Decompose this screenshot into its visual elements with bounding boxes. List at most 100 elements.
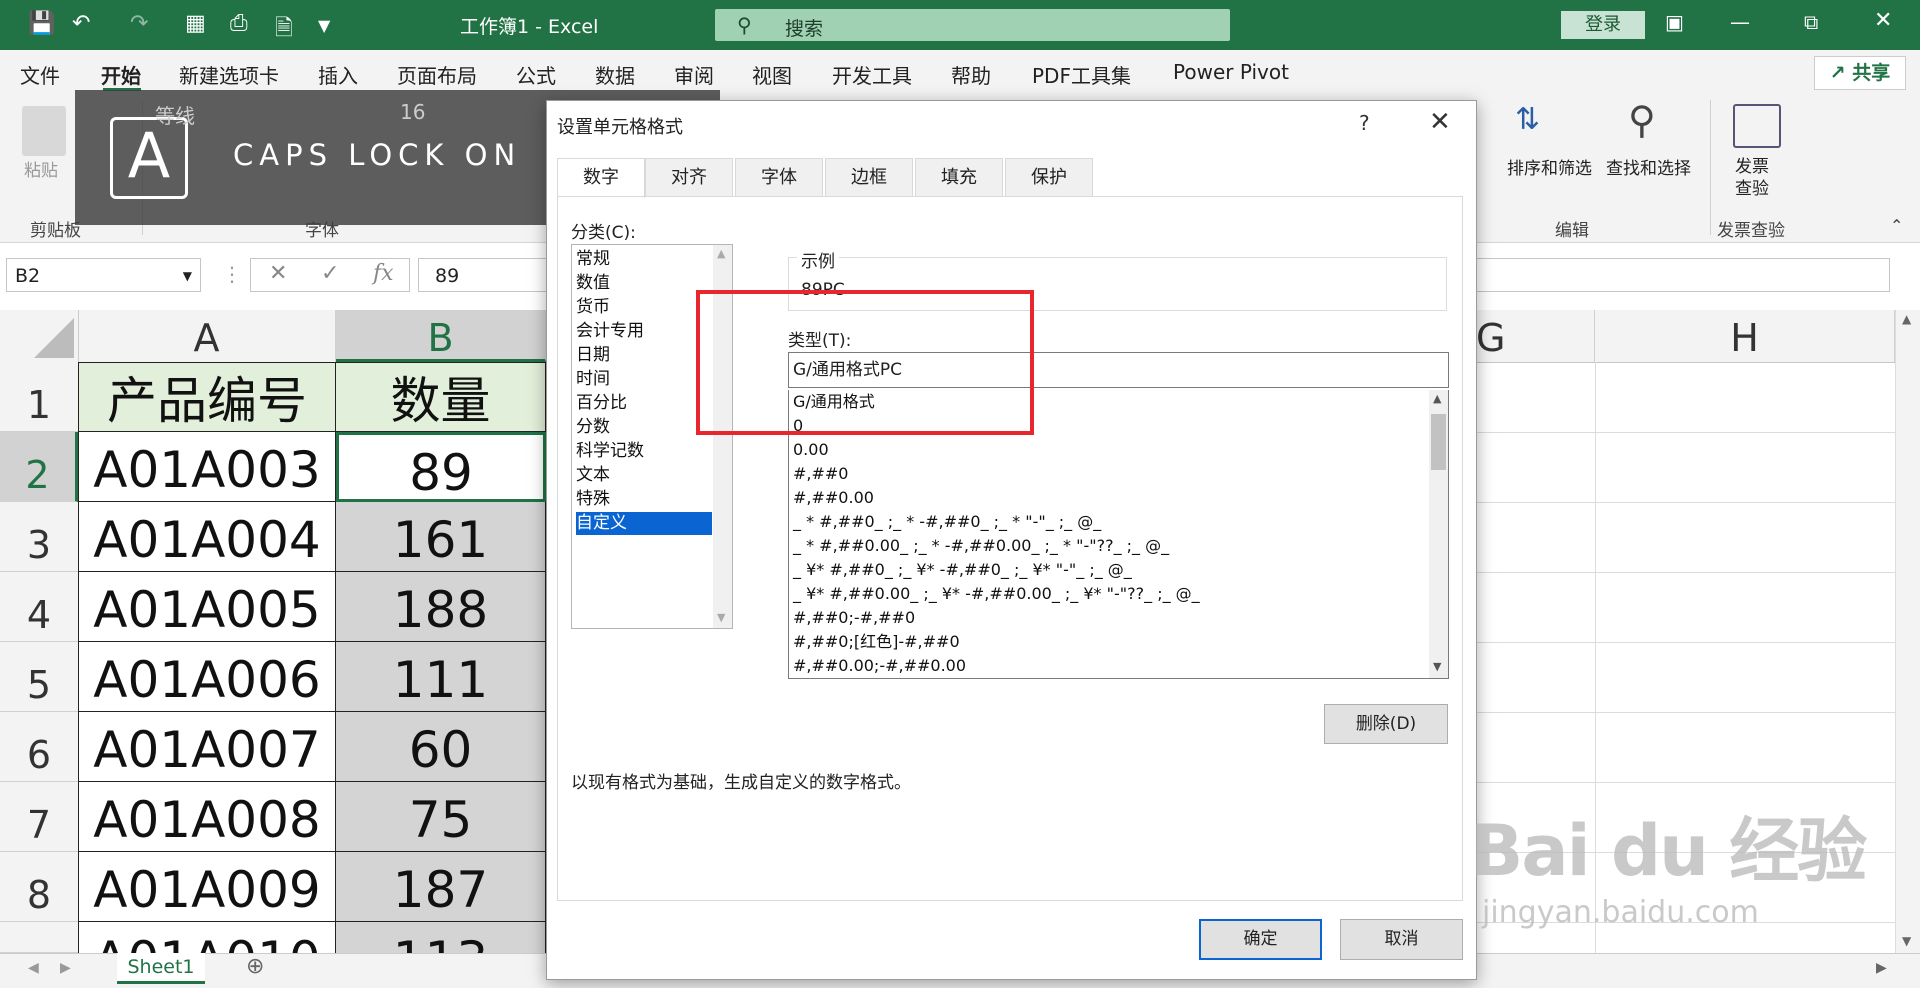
row-header-7[interactable]: 7 (0, 782, 78, 852)
category-text[interactable]: 文本 (576, 464, 712, 487)
cell-b4[interactable]: 188 (336, 572, 546, 642)
undo-icon[interactable]: ↶ (72, 11, 90, 36)
format-list-scrollbar[interactable]: ▲ ▼ (1429, 390, 1448, 678)
login-button[interactable]: 登录 (1561, 11, 1645, 39)
cell-a5[interactable]: A01A006 (78, 642, 336, 712)
cell-a4[interactable]: A01A005 (78, 572, 336, 642)
cell-b2[interactable]: 89 (336, 432, 546, 502)
format-item[interactable]: _ ¥* #,##0.00_ ;_ ¥* -#,##0.00_ ;_ ¥* "-… (793, 582, 1200, 606)
cell-b7[interactable]: 75 (336, 782, 546, 852)
print-preview-icon[interactable]: ⎙ (230, 11, 248, 36)
format-item[interactable]: #,##0;[红色]-#,##0 (793, 630, 960, 654)
category-general[interactable]: 常规 (576, 248, 712, 271)
scroll-down-icon[interactable]: ▼ (1902, 934, 1911, 948)
category-custom[interactable]: 自定义 (576, 512, 712, 535)
tab-protection[interactable]: 保护 (1005, 158, 1093, 196)
category-number[interactable]: 数值 (576, 272, 712, 295)
cell-a2[interactable]: A01A003 (78, 432, 336, 502)
format-item[interactable]: _ * #,##0.00_ ;_ * -#,##0.00_ ;_ * "-"??… (793, 534, 1169, 558)
cell-b8[interactable]: 187 (336, 852, 546, 922)
tab-new[interactable]: 新建选项卡 (179, 60, 279, 89)
category-time[interactable]: 时间 (576, 368, 712, 391)
cell-b5[interactable]: 111 (336, 642, 546, 712)
delete-button[interactable]: 删除(D) (1324, 704, 1448, 744)
column-header-h[interactable]: H (1595, 310, 1895, 362)
format-item[interactable]: 0.00 (793, 438, 829, 462)
name-box[interactable]: B2 ▼ (6, 258, 201, 292)
cell-b1[interactable]: 数量 (336, 362, 546, 432)
tab-fill[interactable]: 填充 (915, 158, 1003, 196)
form-icon[interactable]: ▦ (185, 11, 206, 36)
cell-a7[interactable]: A01A008 (78, 782, 336, 852)
row-header-2[interactable]: 2 (0, 432, 78, 502)
format-item[interactable]: #,##0 (793, 462, 848, 486)
font-name-box[interactable]: 等线 (155, 100, 195, 129)
chevron-down-icon[interactable]: ▼ (1433, 660, 1441, 673)
category-special[interactable]: 特殊 (576, 488, 712, 511)
scroll-up-icon[interactable]: ▲ (1902, 312, 1911, 326)
row-header-9[interactable] (0, 922, 78, 953)
column-header-b[interactable]: B (336, 310, 546, 362)
sort-filter-icon[interactable]: ⇅ (1515, 102, 1545, 142)
tab-insert[interactable]: 插入 (318, 60, 358, 89)
dialog-close-icon[interactable]: ✕ (1429, 107, 1451, 137)
category-currency[interactable]: 货币 (576, 296, 712, 319)
tab-review[interactable]: 审阅 (674, 60, 714, 89)
row-header-6[interactable]: 6 (0, 712, 78, 782)
search-box[interactable]: ⚲ 搜索 (715, 9, 1230, 41)
tab-pdf-tools[interactable]: PDF工具集 (1032, 60, 1131, 89)
prev-sheet-icon[interactable]: ◀ (28, 960, 39, 976)
cell-b3[interactable]: 161 (336, 502, 546, 572)
sheet-tab-sheet1[interactable]: Sheet1 (117, 953, 205, 984)
sort-filter-label[interactable]: 排序和筛选 (1507, 154, 1592, 179)
font-size-box[interactable]: 16 (400, 100, 425, 124)
share-button[interactable]: ↗ 共享 (1814, 56, 1906, 90)
invoice-icon[interactable] (1733, 104, 1781, 148)
ribbon-display-icon[interactable]: ▣ (1665, 10, 1684, 34)
tab-border[interactable]: 边框 (825, 158, 913, 196)
cell-b6[interactable]: 60 (336, 712, 546, 782)
category-date[interactable]: 日期 (576, 344, 712, 367)
tab-page-layout[interactable]: 页面布局 (397, 60, 477, 89)
ok-button[interactable]: 确定 (1199, 919, 1322, 960)
collapse-ribbon-icon[interactable]: ⌃ (1890, 216, 1903, 235)
confirm-edit-icon[interactable]: ✓ (321, 261, 339, 286)
category-accounting[interactable]: 会计专用 (576, 320, 712, 343)
row-header-1[interactable]: 1 (0, 362, 78, 432)
document-icon[interactable]: 🗎 (275, 11, 293, 49)
close-icon[interactable]: ✕ (1874, 8, 1892, 33)
next-sheet-icon[interactable]: ▶ (60, 960, 71, 976)
row-header-4[interactable]: 4 (0, 572, 78, 642)
format-item[interactable]: _ ¥* #,##0_ ;_ ¥* -#,##0_ ;_ ¥* "-"_ ;_ … (793, 558, 1132, 582)
column-header-a[interactable]: A (78, 310, 336, 362)
cell-a3[interactable]: A01A004 (78, 502, 336, 572)
paste-label[interactable]: 粘贴 (24, 156, 58, 181)
format-item[interactable]: #,##0.00;-#,##0.00 (793, 654, 966, 678)
chevron-up-icon[interactable]: ▲ (1433, 392, 1441, 405)
category-fraction[interactable]: 分数 (576, 416, 712, 439)
tab-formulas[interactable]: 公式 (516, 60, 556, 89)
row-header-5[interactable]: 5 (0, 642, 78, 712)
cancel-button[interactable]: 取消 (1340, 919, 1463, 960)
tab-number[interactable]: 数字 (557, 158, 645, 198)
cell-a6[interactable]: A01A007 (78, 712, 336, 782)
cell-a8[interactable]: A01A009 (78, 852, 336, 922)
chevron-up-icon[interactable]: ▲ (717, 247, 725, 260)
format-item[interactable]: #,##0.00 (793, 486, 874, 510)
tab-alignment[interactable]: 对齐 (645, 158, 733, 196)
cell-a9[interactable]: A01A010 (78, 922, 336, 953)
insert-function-icon[interactable]: fx (373, 261, 394, 286)
restore-icon[interactable]: ⧉ (1804, 10, 1818, 34)
cell-a1[interactable]: 产品编号 (78, 362, 336, 432)
vertical-scrollbar[interactable]: ▲ ▼ (1895, 310, 1920, 953)
format-item[interactable]: #,##0;-#,##0 (793, 606, 915, 630)
tab-help[interactable]: 帮助 (951, 60, 991, 89)
category-percentage[interactable]: 百分比 (576, 392, 712, 415)
redo-icon[interactable]: ↷ (130, 11, 148, 36)
category-scientific[interactable]: 科学记数 (576, 440, 712, 463)
find-select-label[interactable]: 查找和选择 (1606, 154, 1691, 179)
customize-toolbar-icon[interactable]: ▼ (318, 16, 330, 35)
tab-home[interactable]: 开始 (101, 60, 141, 89)
tab-data[interactable]: 数据 (595, 60, 635, 89)
cancel-edit-icon[interactable]: ✕ (269, 261, 287, 286)
